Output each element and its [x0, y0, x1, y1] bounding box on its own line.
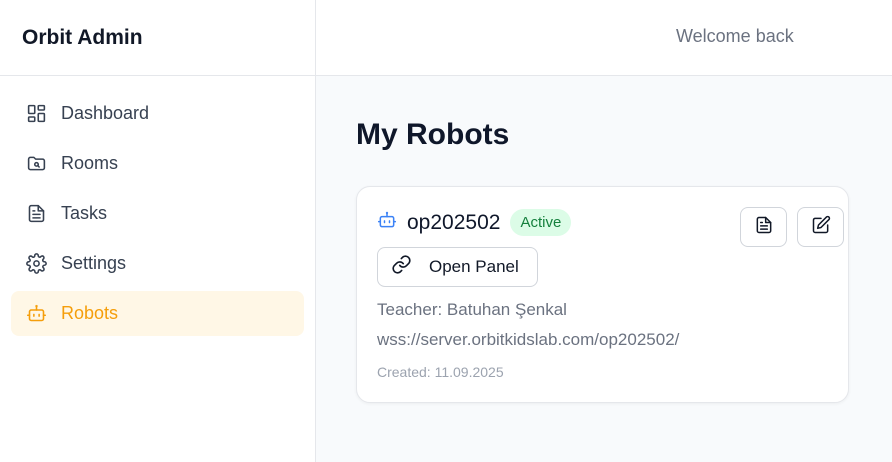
sidebar-item-settings[interactable]: Settings — [11, 241, 304, 286]
app-title: Orbit Admin — [0, 0, 315, 76]
robot-name: op202502 — [407, 210, 501, 234]
sidebar-item-dashboard[interactable]: Dashboard — [11, 91, 304, 136]
sidebar-item-tasks[interactable]: Tasks — [11, 191, 304, 236]
status-badge: Active — [510, 209, 572, 236]
robot-card-header: op202502 Active — [377, 209, 572, 236]
open-panel-label: Open Panel — [429, 257, 519, 276]
top-bar: Welcome back — [316, 0, 892, 76]
sidebar-item-label: Dashboard — [61, 103, 150, 123]
robot-icon — [25, 303, 47, 325]
open-panel-button[interactable]: Open Panel — [377, 247, 538, 287]
gear-icon — [25, 253, 47, 275]
sidebar-item-label: Robots — [61, 303, 119, 323]
view-docs-button[interactable] — [740, 207, 787, 247]
welcome-text: Welcome back — [676, 26, 794, 46]
sidebar-nav: Dashboard Rooms Tasks Settings Robots — [0, 76, 315, 336]
sidebar-item-label: Tasks — [61, 203, 108, 223]
page-title: My Robots — [356, 118, 510, 151]
document-icon — [25, 203, 47, 225]
sidebar-item-robots[interactable]: Robots — [11, 291, 304, 336]
created-date: Created: 11.09.2025 — [377, 364, 504, 380]
sidebar-item-rooms[interactable]: Rooms — [11, 141, 304, 186]
sidebar-item-label: Settings — [61, 253, 127, 273]
edit-button[interactable] — [797, 207, 844, 247]
link-icon — [391, 254, 429, 280]
edit-icon — [811, 215, 831, 240]
dashboard-icon — [25, 103, 47, 125]
server-url: wss://server.orbitkidslab.com/op202502/ — [377, 330, 680, 349]
folder-icon — [25, 153, 47, 175]
robot-card: op202502 Active Open Panel Teacher: Batu… — [356, 186, 849, 403]
main-content: My Robots op202502 Active Open Panel Tea… — [316, 76, 892, 462]
robot-icon — [377, 210, 407, 235]
teacher-text: Teacher: Batuhan Şenkal — [377, 300, 567, 319]
sidebar: Orbit Admin Dashboard Rooms Tasks Settin… — [0, 0, 316, 462]
document-icon — [754, 215, 774, 240]
sidebar-item-label: Rooms — [61, 153, 119, 173]
